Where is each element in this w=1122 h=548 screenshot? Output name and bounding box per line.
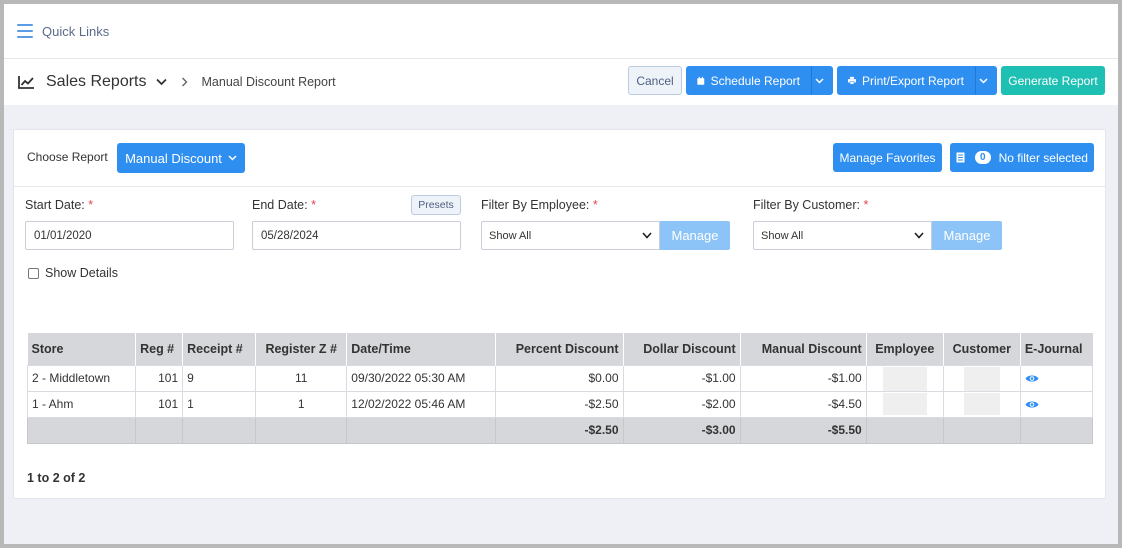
print-export-label: Print/Export Report <box>861 73 964 88</box>
cell-store: 1 - Ahm <box>26 390 137 418</box>
app-frame: Quick Links Sales Reports Manual Discoun… <box>4 4 1118 544</box>
menu-icon[interactable] <box>17 24 33 38</box>
customer-filter-label: Filter By Customer: * <box>753 198 869 212</box>
chevron-down-icon <box>914 232 924 239</box>
chevron-right-icon <box>181 77 187 87</box>
presets-button[interactable]: Presets <box>411 195 461 215</box>
printer-icon <box>848 76 856 85</box>
eye-icon[interactable] <box>1025 400 1039 409</box>
choose-report-row: Choose Report Manual Discount Manage Fav… <box>14 130 1105 187</box>
column-header-reg[interactable]: Reg # <box>135 333 184 365</box>
manage-favorites-button[interactable]: Manage Favorites <box>833 143 942 172</box>
cell-dollar-discount: -$1.00 <box>622 364 741 392</box>
schedule-report-label: Schedule Report <box>710 73 800 88</box>
cell-reg: 101 <box>135 364 184 392</box>
print-export-dropdown-toggle[interactable] <box>975 66 997 95</box>
employee-filter-select[interactable]: Show All <box>481 221 660 250</box>
cell-employee <box>865 390 944 418</box>
cell-dollar-discount: -$2.00 <box>622 390 741 418</box>
cell-receipt: 9 <box>182 364 257 392</box>
customer-filter-select[interactable]: Show All <box>753 221 932 250</box>
show-details-label[interactable]: Show Details <box>45 266 118 280</box>
start-date-label: Start Date: * <box>25 198 94 212</box>
choose-report-label: Choose Report <box>27 150 108 164</box>
schedule-report-button[interactable]: Schedule Report <box>686 66 811 95</box>
column-header-ejournal[interactable]: E-Journal <box>1020 333 1093 365</box>
print-export-split: Print/Export Report <box>837 66 997 95</box>
report-panel: Choose Report Manual Discount Manage Fav… <box>13 129 1106 499</box>
schedule-dropdown-toggle[interactable] <box>811 66 833 95</box>
manage-customer-button[interactable]: Manage <box>932 221 1002 250</box>
calendar-icon <box>697 76 705 85</box>
filter-status-label: No filter selected <box>998 150 1088 165</box>
cell-register-z: 11 <box>255 364 348 392</box>
chevron-down-icon <box>642 232 652 239</box>
cell-percent-discount: -$2.50 <box>495 390 624 418</box>
cell-customer <box>942 364 1021 392</box>
column-header-dollar-discount[interactable]: Dollar Discount <box>623 333 741 365</box>
report-selector-value: Manual Discount <box>125 150 222 166</box>
start-date-input[interactable]: 01/01/2020 <box>25 221 234 250</box>
show-details-checkbox[interactable] <box>28 268 39 279</box>
line-chart-icon <box>18 76 34 89</box>
cancel-button[interactable]: Cancel <box>628 66 682 95</box>
cell-reg: 101 <box>135 390 184 418</box>
cell-ejournal <box>1019 364 1094 392</box>
table-row: 1 - Ahm 101 1 1 12/02/2022 05:46 AM -$2.… <box>26 390 1094 418</box>
quick-links-label[interactable]: Quick Links <box>42 24 109 39</box>
cell-receipt: 1 <box>182 390 257 418</box>
column-header-receipt[interactable]: Receipt # <box>182 333 257 365</box>
chevron-down-icon <box>814 77 824 84</box>
pagination-summary: 1 to 2 of 2 <box>27 471 86 485</box>
column-header-employee[interactable]: Employee <box>866 333 944 365</box>
column-header-manual-discount[interactable]: Manual Discount <box>740 333 867 365</box>
chevron-down-icon <box>978 77 988 84</box>
end-date-input[interactable]: 05/28/2024 <box>252 221 461 250</box>
column-header-percent-discount[interactable]: Percent Discount <box>495 333 624 365</box>
breadcrumb-current: Manual Discount Report <box>201 75 336 89</box>
column-header-register-z[interactable]: Register Z # <box>255 333 348 365</box>
total-dollar-discount: -$3.00 <box>622 416 741 444</box>
customer-placeholder <box>963 393 1000 415</box>
schedule-report-split: Schedule Report <box>686 66 833 95</box>
cell-register-z: 1 <box>255 390 348 418</box>
column-header-datetime[interactable]: Date/Time <box>346 333 497 365</box>
filter-icon <box>956 152 965 163</box>
cell-employee <box>865 364 944 392</box>
eye-icon[interactable] <box>1025 374 1039 383</box>
employee-filter-label: Filter By Employee: * <box>481 198 598 212</box>
print-export-button[interactable]: Print/Export Report <box>837 66 975 95</box>
total-percent-discount: -$2.50 <box>495 416 624 444</box>
manage-employee-button[interactable]: Manage <box>660 221 730 250</box>
end-date-label: End Date: * <box>252 198 316 212</box>
cell-datetime: 09/30/2022 05:30 AM <box>346 364 497 392</box>
filter-count-badge: 0 <box>975 151 991 164</box>
table-row: 2 - Middletown 101 9 11 09/30/2022 05:30… <box>26 364 1094 392</box>
report-header: Sales Reports Manual Discount Report Can… <box>4 59 1118 105</box>
column-header-store[interactable]: Store <box>27 333 137 365</box>
customer-placeholder <box>963 366 1000 391</box>
employee-placeholder <box>882 366 927 391</box>
column-header-customer[interactable]: Customer <box>943 333 1021 365</box>
cell-customer <box>942 390 1021 418</box>
cell-datetime: 12/02/2022 05:46 AM <box>346 390 497 418</box>
generate-report-button[interactable]: Generate Report <box>1001 66 1105 95</box>
cell-percent-discount: $0.00 <box>495 364 624 392</box>
total-manual-discount: -$5.50 <box>739 416 867 444</box>
cell-store: 2 - Middletown <box>26 364 137 392</box>
cell-manual-discount: -$4.50 <box>739 390 867 418</box>
chevron-down-icon <box>228 155 237 161</box>
filter-status-button[interactable]: 0 No filter selected <box>950 143 1094 172</box>
report-selector[interactable]: Manual Discount <box>117 143 245 173</box>
header-actions: Cancel Schedule Report Print/Export Repo… <box>628 66 1105 95</box>
quick-links-bar: Quick Links <box>4 4 1118 59</box>
cell-ejournal <box>1019 390 1094 418</box>
cell-manual-discount: -$1.00 <box>739 364 867 392</box>
section-title[interactable]: Sales Reports <box>46 73 147 91</box>
report-table: Store Reg # Receipt # Register Z # Date/… <box>26 333 1094 444</box>
totals-row: -$2.50 -$3.00 -$5.50 <box>26 416 1094 444</box>
employee-placeholder <box>882 393 927 415</box>
chevron-down-icon[interactable] <box>155 78 167 86</box>
table-header-row: Store Reg # Receipt # Register Z # Date/… <box>27 333 1093 365</box>
